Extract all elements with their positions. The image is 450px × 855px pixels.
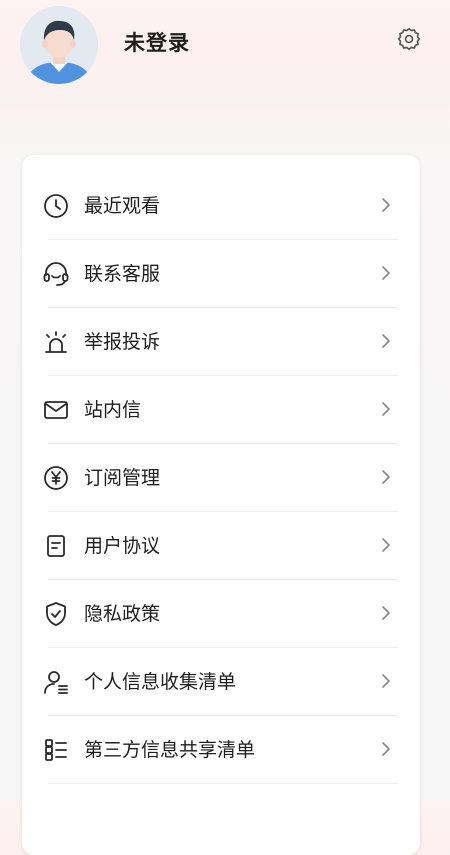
menu-item-inbox[interactable]: 站内信 [22,376,420,444]
avatar-illustration [20,6,98,84]
chevron-right-icon [379,196,393,214]
menu-card: 最近观看 联系客服 举报投诉 站内信 订阅管理 用户协议 隐私政策 个人信息收集… [22,155,420,855]
menu-item-recently-watched[interactable]: 最近观看 [22,172,420,240]
username-label[interactable]: 未登录 [124,27,190,57]
clock-icon [42,192,70,220]
chevron-right-icon [379,400,393,418]
chevron-right-icon [379,536,393,554]
chevron-right-icon [379,332,393,350]
menu-item-user-agreement[interactable]: 用户协议 [22,512,420,580]
avatar[interactable] [20,6,98,84]
menu-item-report-complaint[interactable]: 举报投诉 [22,308,420,376]
divider [48,783,398,784]
menu-item-label: 站内信 [84,399,142,421]
settings-gear-icon[interactable] [396,26,422,52]
menu-item-label: 个人信息收集清单 [84,671,237,693]
menu-item-personal-info-list[interactable]: 个人信息收集清单 [22,648,420,716]
menu-item-subscription[interactable]: 订阅管理 [22,444,420,512]
alarm-siren-icon [42,328,70,356]
profile-header: 未登录 [0,0,450,110]
menu-item-label: 联系客服 [84,263,161,285]
menu-item-label: 用户协议 [84,535,161,557]
menu-item-third-party-sharing-list[interactable]: 第三方信息共享清单 [22,716,420,784]
menu-item-privacy-policy[interactable]: 隐私政策 [22,580,420,648]
menu-item-label: 最近观看 [84,195,161,217]
user-list-icon [42,668,70,696]
menu-item-customer-service[interactable]: 联系客服 [22,240,420,308]
chevron-right-icon [379,672,393,690]
menu-item-label: 订阅管理 [84,467,161,489]
menu-item-label: 第三方信息共享清单 [84,739,256,761]
chevron-right-icon [379,264,393,282]
menu-item-label: 隐私政策 [84,603,161,625]
chevron-right-icon [379,740,393,758]
grid-list-icon [42,736,70,764]
chevron-right-icon [379,604,393,622]
document-icon [42,532,70,560]
mail-icon [42,396,70,424]
chevron-right-icon [379,468,393,486]
menu-item-label: 举报投诉 [84,331,161,353]
yen-circle-icon [42,464,70,492]
shield-check-icon [42,600,70,628]
headset-icon [42,260,70,288]
